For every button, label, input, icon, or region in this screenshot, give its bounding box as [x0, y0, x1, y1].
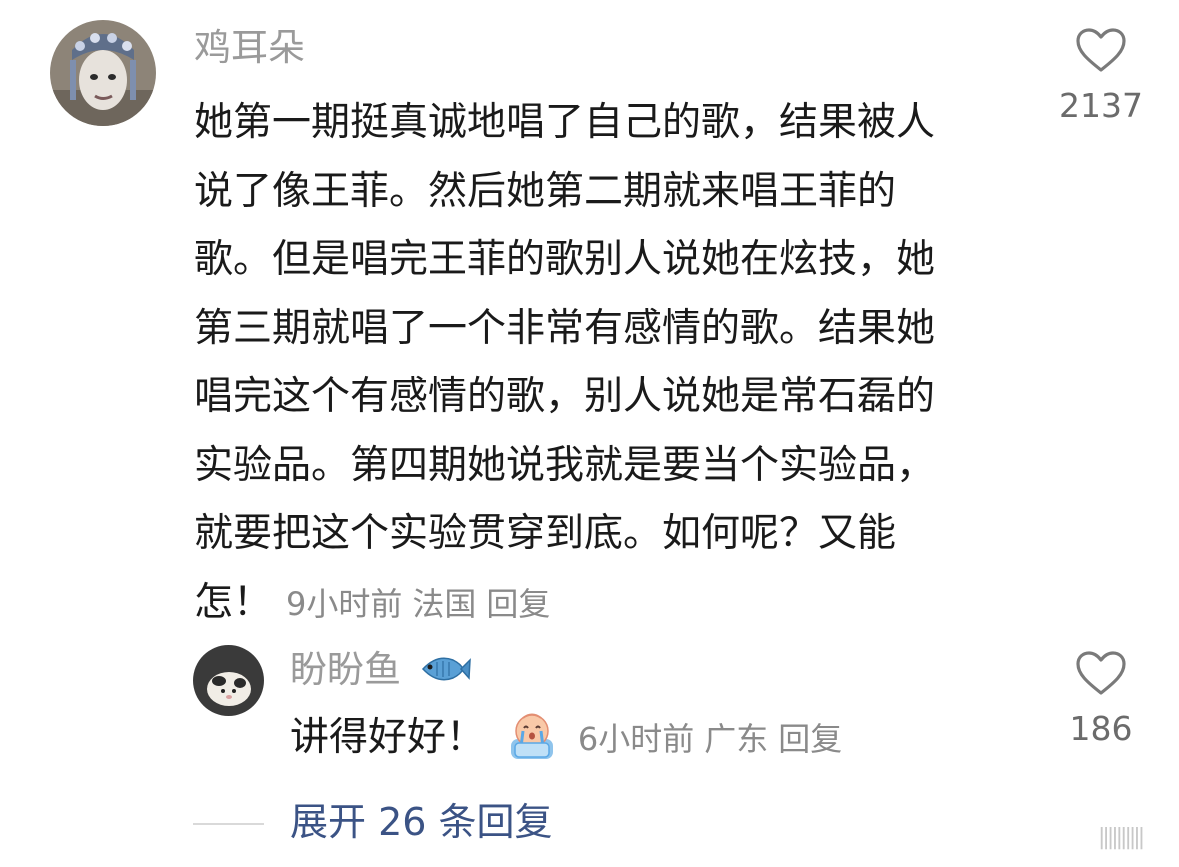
- comment-line: 怎！: [194, 579, 273, 625]
- reply-like-count: 186: [1069, 709, 1133, 748]
- comment-line: 唱完这个有感情的歌，别人说她是常石磊的: [194, 374, 936, 419]
- reply-reply-button[interactable]: 回复: [778, 720, 842, 758]
- comment-line: 她第一期挺真诚地唱了自己的歌，结果被人: [194, 100, 936, 145]
- comment-line: 就要把这个实验贯穿到底。如何呢？又能: [194, 511, 897, 556]
- commenter-username[interactable]: 鸡耳朵: [194, 26, 305, 70]
- replier-username-text: 盼盼鱼: [290, 648, 401, 691]
- comment-line: 说了像王菲。然后她第二期就来唱王菲的: [194, 168, 897, 214]
- comment-body: 她第一期挺真诚地唱了自己的歌，结果被人 说了像王菲。然后她第二期就来唱王菲的 歌…: [194, 89, 1014, 637]
- reply-body: 讲得好好！ 6小时前 广东 回复: [290, 710, 842, 767]
- reply-time: 6小时前: [577, 720, 695, 758]
- replier-avatar[interactable]: [193, 645, 264, 716]
- reply-meta: 6小时前 广东 回复: [578, 720, 842, 758]
- comment-like-button[interactable]: 2137: [1051, 27, 1151, 126]
- expand-divider: [193, 823, 264, 825]
- comment-time: 9小时前: [286, 584, 403, 623]
- heart-icon: [1076, 651, 1126, 695]
- comment-last-line: 怎！ 9小时前 法国 回复: [194, 569, 1014, 638]
- comment-reply-button[interactable]: 回复: [486, 585, 550, 623]
- reply-location: 广东: [704, 720, 769, 758]
- comment-line: 第三期就唱了一个非常有感情的歌。结果她: [194, 305, 936, 351]
- comment-like-count: 2137: [1059, 86, 1143, 125]
- heart-icon: [1076, 28, 1126, 72]
- crying-face-sticker-icon: [511, 713, 554, 759]
- reply-like-button[interactable]: 186: [1051, 650, 1151, 749]
- reply-text: 讲得好好！: [290, 715, 486, 760]
- comment-location: 法国: [412, 584, 477, 623]
- comment-meta: 9小时前 法国 回复: [286, 585, 550, 623]
- comment-line: 歌。但是唱完王菲的歌别人说她在炫技，她: [194, 237, 936, 282]
- fish-icon: [421, 657, 471, 680]
- commenter-avatar[interactable]: [50, 20, 156, 126]
- comment-line: 实验品。第四期她说我就是要当个实验品，: [194, 442, 936, 488]
- watermark: ||||||||||: [1098, 825, 1145, 850]
- expand-replies-button[interactable]: 展开 26 条回复: [290, 797, 553, 847]
- replier-username[interactable]: 盼盼鱼: [290, 648, 471, 692]
